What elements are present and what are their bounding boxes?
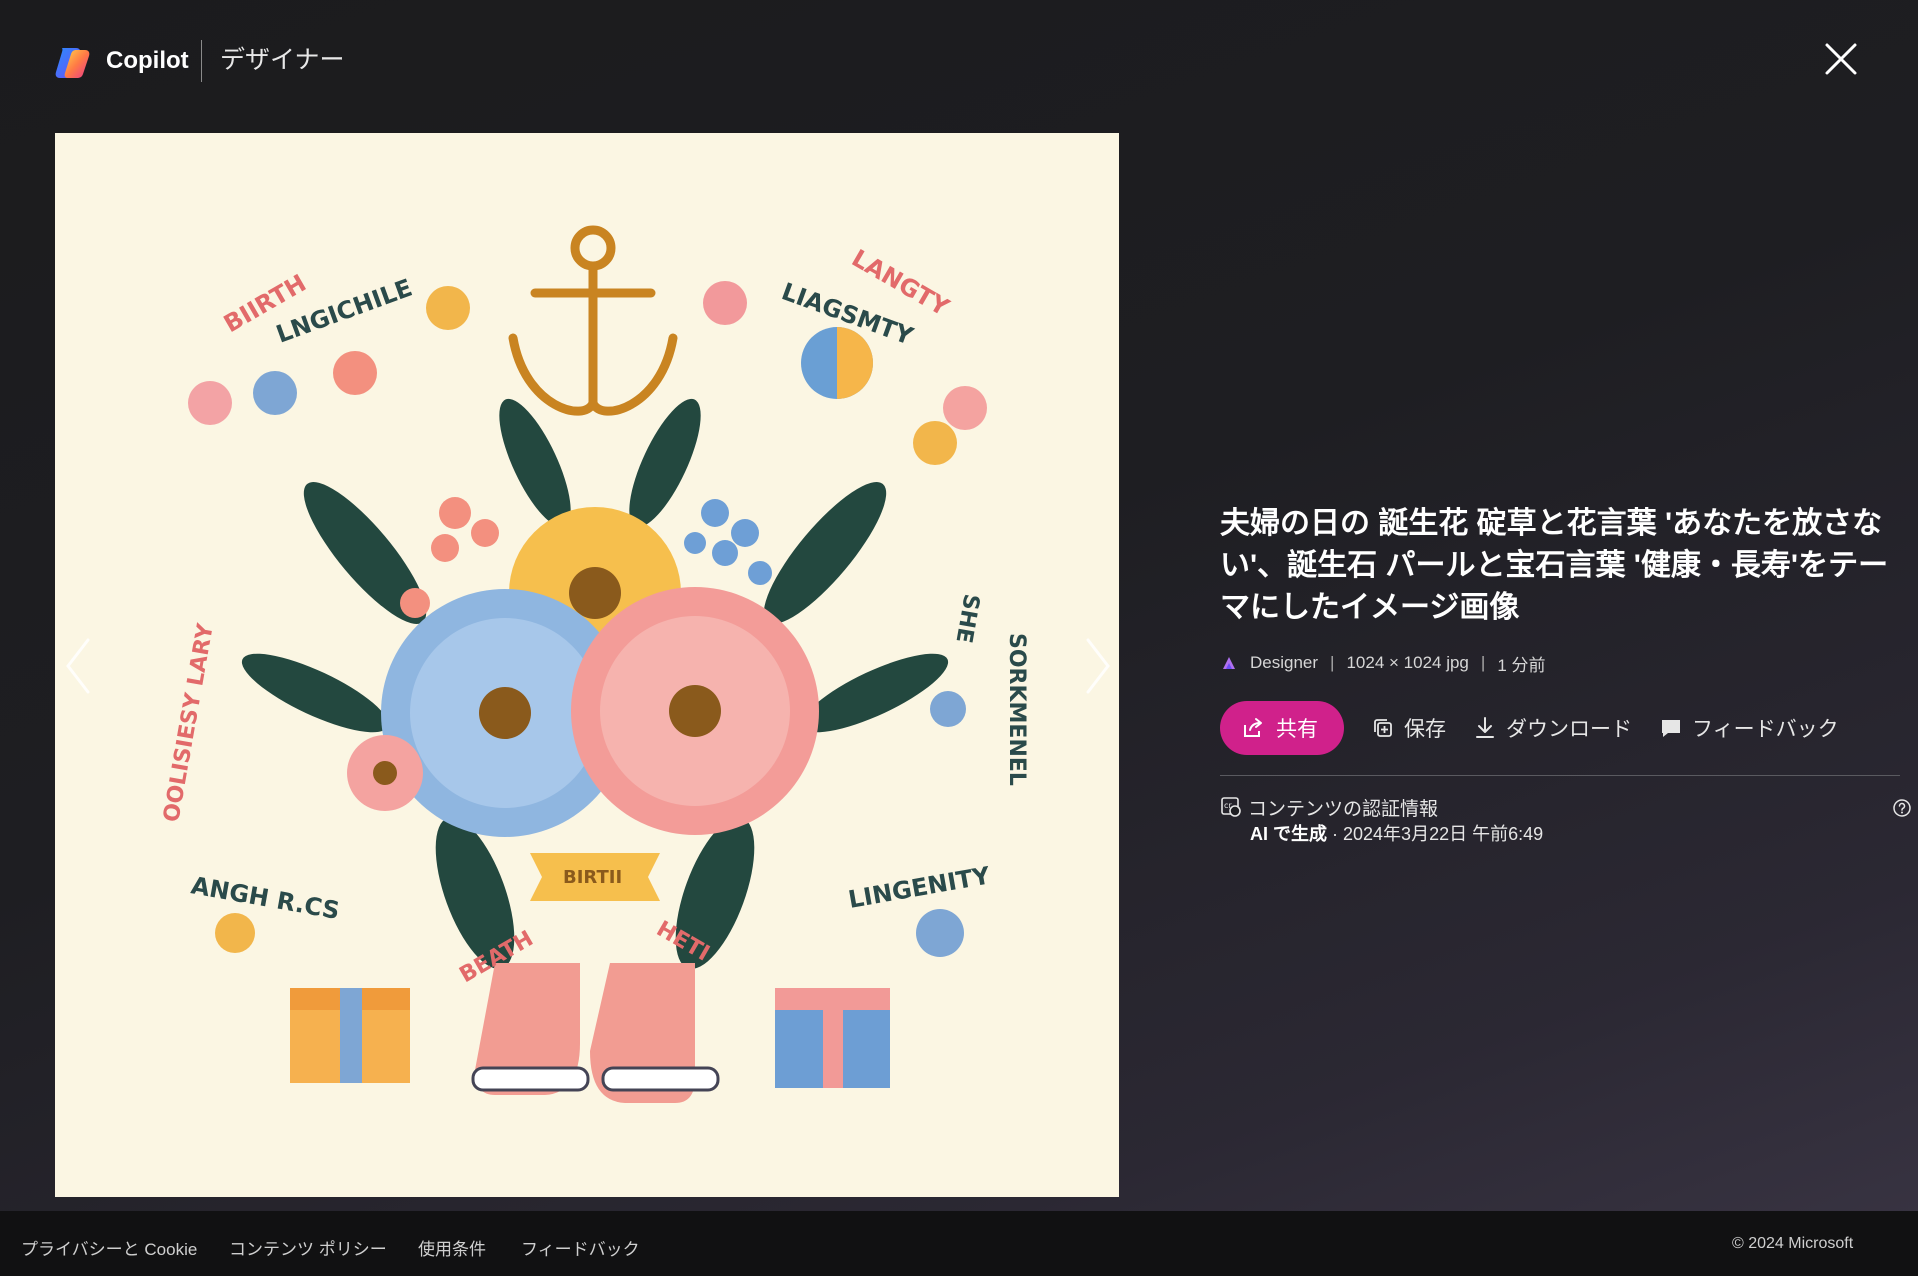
header-bar: Copilot デザイナー <box>0 0 1918 120</box>
meta-time: 1 分前 <box>1497 655 1546 675</box>
meta-source: Designer <box>1250 653 1319 672</box>
copyright: © 2024 Microsoft <box>1732 1235 1854 1252</box>
previous-image-chevron-left-icon[interactable] <box>62 636 94 696</box>
content-credentials: cr コンテンツの認証情報 AI で生成 · 2024年3月22日 午前6:49 <box>1220 794 1911 846</box>
next-image-chevron-right-icon[interactable] <box>1082 636 1114 696</box>
save-button[interactable]: 保存 <box>1372 713 1446 743</box>
share-icon <box>1244 718 1262 737</box>
meta-separator: | <box>1480 653 1486 672</box>
download-icon <box>1476 717 1494 738</box>
feedback-label: フィードバック <box>1692 718 1839 741</box>
image-title: 夫婦の日の 誕生花 碇草と花言葉 'あなたを放さない'、誕生石 パールと宝石言葉… <box>1220 507 1889 624</box>
footer-link-feedback[interactable]: フィードバック <box>521 1235 640 1260</box>
generated-image: BIIRTH LNGICHILE LANGTY LIAGSMTY OOLISIE… <box>55 133 1119 1197</box>
content-credentials-label: コンテンツの認証情報 <box>1248 799 1439 820</box>
ai-generated-label: AI で生成 <box>1250 824 1328 844</box>
footer-link-privacy[interactable]: プライバシーと Cookie <box>21 1235 197 1260</box>
share-button[interactable]: 共有 <box>1220 701 1344 755</box>
footer-link-terms[interactable]: 使用条件 <box>418 1235 486 1260</box>
meta-separator: | <box>1330 653 1335 672</box>
section-divider <box>1220 775 1900 776</box>
meta-size: 1024 × 1024 jpg <box>1346 653 1469 672</box>
footer: プライバシーと Cookie コンテンツ ポリシー 使用条件 フィードバック ©… <box>0 1211 1918 1276</box>
art-text-right-side-2: SORKMENEL <box>1004 633 1029 786</box>
feedback-button[interactable]: フィードバック <box>1660 713 1839 743</box>
generated-date: · 2024年3月22日 午前6:49 <box>1327 824 1544 844</box>
content-credentials-icon: cr <box>1221 797 1241 817</box>
image-meta: Designer | 1024 × 1024 jpg | 1 分前 <box>1220 651 1900 675</box>
content-credentials-detail: AI で生成 · 2024年3月22日 午前6:49 <box>1250 820 1543 846</box>
image-artwork: BIIRTH LNGICHILE LANGTY LIAGSMTY OOLISIE… <box>55 133 1119 1197</box>
save-collection-icon <box>1374 719 1392 737</box>
download-button[interactable]: ダウンロード <box>1474 713 1632 743</box>
product-name: デザイナー <box>220 46 345 74</box>
footer-link-content-policy[interactable]: コンテンツ ポリシー <box>229 1235 387 1260</box>
art-text-ribbon: BIRTII <box>563 867 622 888</box>
designer-icon <box>1223 657 1235 669</box>
header-divider <box>201 40 202 82</box>
copilot-logo-icon <box>55 48 90 78</box>
action-bar: 共有 保存 ダウンロード フィードバック <box>1220 701 1900 755</box>
close-icon[interactable] <box>1822 40 1860 78</box>
brand-name: Copilot <box>106 47 189 74</box>
image-info-panel: 夫婦の日の 誕生花 碇草と花言葉 'あなたを放さない'、誕生石 パールと宝石言葉… <box>1220 503 1911 846</box>
download-label: ダウンロード <box>1506 718 1632 741</box>
help-icon[interactable] <box>1892 798 1912 818</box>
feedback-chat-icon <box>1662 720 1680 737</box>
share-label: 共有 <box>1276 718 1318 741</box>
save-label: 保存 <box>1404 718 1446 741</box>
